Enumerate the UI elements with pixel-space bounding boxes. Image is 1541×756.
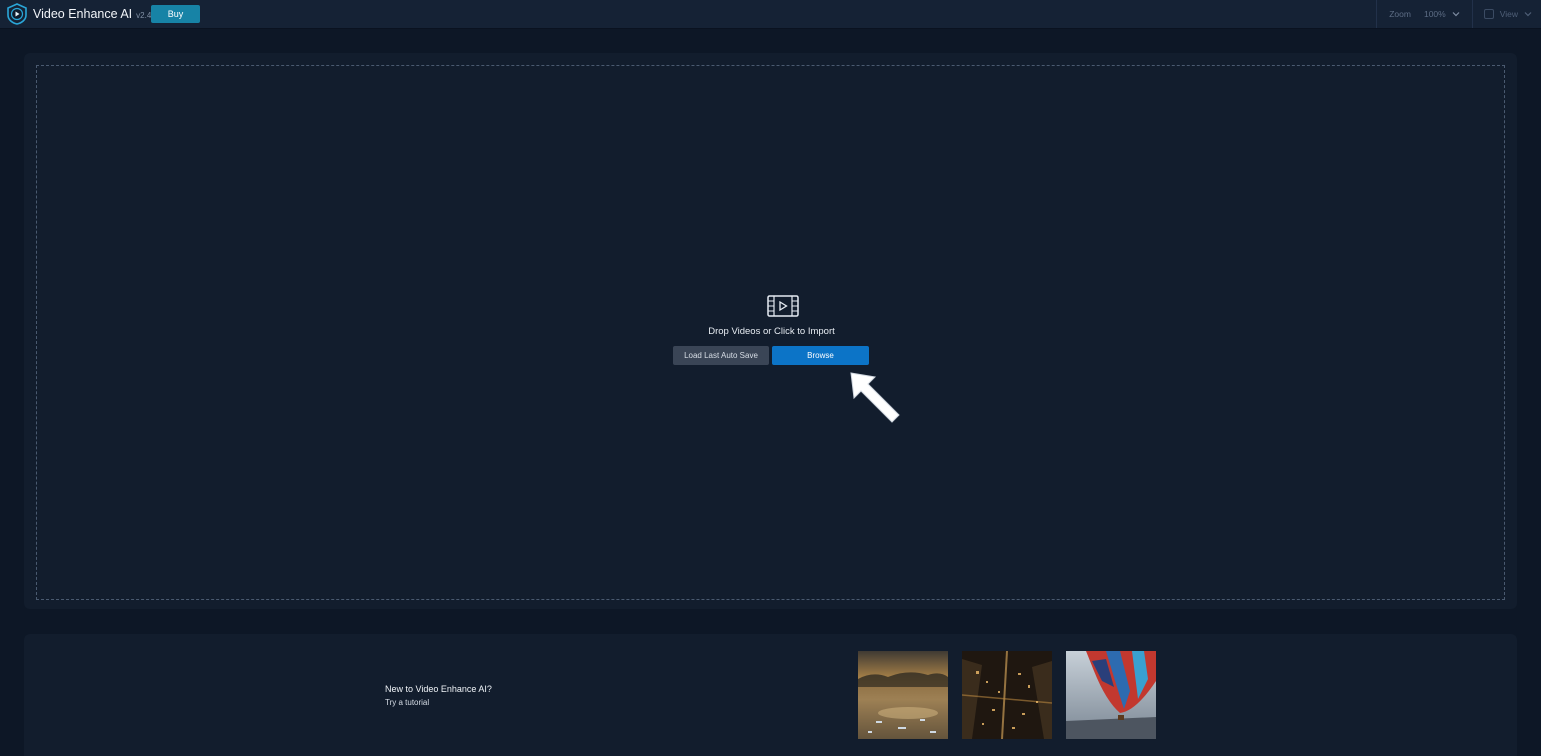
pointer-arrow-icon xyxy=(850,372,900,423)
app-name: Video Enhance AI xyxy=(33,7,133,21)
app-title: Video Enhance AI v2.4.0 xyxy=(33,7,158,21)
view-dropdown[interactable]: View xyxy=(1473,9,1541,19)
tutorial-thumbnail-hot-air-balloon[interactable] xyxy=(1066,651,1156,739)
chevron-down-icon xyxy=(1452,12,1460,17)
tutorial-link[interactable]: Try a tutorial xyxy=(385,698,429,707)
buy-button[interactable]: Buy xyxy=(151,5,200,23)
chevron-down-icon xyxy=(1524,12,1532,17)
zoom-value: 100% xyxy=(1423,9,1446,19)
title-bar: Video Enhance AI v2.4.0 Buy Zoom 100% Vie… xyxy=(0,0,1541,29)
view-label: View xyxy=(1499,9,1518,19)
zoom-label: Zoom xyxy=(1389,9,1411,19)
import-prompt: Drop Videos or Click to Import xyxy=(708,326,835,337)
video-drop-zone[interactable]: Drop Videos or Click to Import Load Last… xyxy=(36,65,1505,600)
zoom-dropdown[interactable]: Zoom 100% xyxy=(1377,9,1471,19)
titlebar-controls: Zoom 100% View xyxy=(1376,0,1541,28)
tutorial-heading: New to Video Enhance AI? xyxy=(385,684,492,694)
tutorial-panel: New to Video Enhance AI? Try a tutorial xyxy=(24,634,1517,756)
tutorial-thumbnail-lake-sunset[interactable] xyxy=(858,651,948,739)
video-file-icon xyxy=(767,295,799,317)
app-logo-icon xyxy=(7,3,27,25)
tutorial-thumbnail-city-night[interactable] xyxy=(962,651,1052,739)
import-panel: Drop Videos or Click to Import Load Last… xyxy=(24,53,1517,609)
browse-button[interactable]: Browse xyxy=(772,346,869,365)
load-last-auto-save-button[interactable]: Load Last Auto Save xyxy=(673,346,769,365)
view-icon xyxy=(1483,9,1494,19)
